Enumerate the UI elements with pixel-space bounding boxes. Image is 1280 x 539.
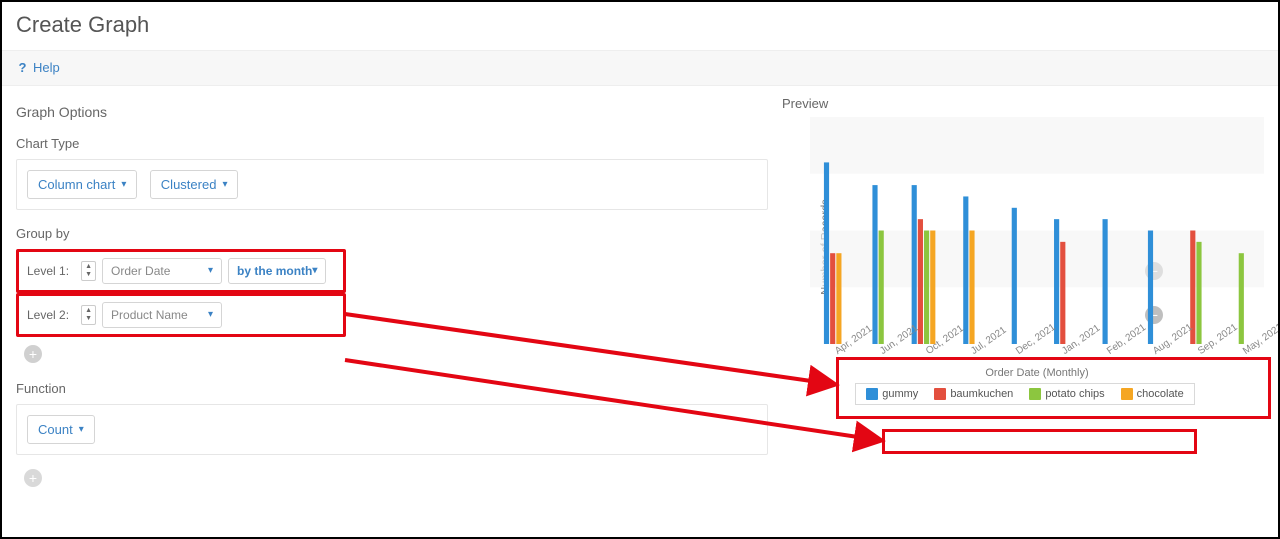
help-link[interactable]: ?Help [16, 60, 60, 75]
legend-item: chocolate [1121, 388, 1184, 400]
chart-type-select[interactable]: Column chart▾ [27, 170, 137, 199]
level1-label: Level 1: [27, 264, 69, 278]
chevron-down-icon: ▾ [222, 180, 227, 190]
help-icon: ? [16, 60, 29, 75]
chart-mode-select[interactable]: Clustered▾ [150, 170, 239, 199]
level1-field-select[interactable]: Order Date▾ [102, 258, 222, 284]
chevron-down-icon: ▾ [208, 266, 213, 276]
level1-granularity-select[interactable]: by the month▾ [228, 258, 326, 284]
group-by-label: Group by [16, 226, 768, 241]
function-select[interactable]: Count▾ [27, 415, 95, 444]
legend-item: potato chips [1029, 388, 1104, 400]
function-panel: Count▾ [16, 404, 768, 455]
preview-label: Preview [782, 96, 1268, 111]
x-axis-title: Order Date (Monthly) [810, 367, 1264, 379]
chart-type-panel: Column chart▾ Clustered▾ [16, 159, 768, 210]
help-bar: ?Help [2, 50, 1278, 86]
legend-item: gummy [866, 388, 918, 400]
level1-stepper[interactable]: ▲▼ [81, 261, 96, 281]
chevron-down-icon: ▾ [79, 425, 84, 435]
group-level-2-row: Level 2: ▲▼ Product Name▾ [16, 293, 346, 337]
chevron-down-icon: ▾ [121, 180, 126, 190]
chevron-down-icon: ▾ [208, 310, 213, 320]
chevron-down-icon: ▾ [312, 266, 317, 276]
level2-field-select[interactable]: Product Name▾ [102, 302, 222, 328]
add-group-level-button[interactable]: + [24, 345, 42, 363]
level2-stepper[interactable]: ▲▼ [81, 305, 96, 325]
chart-preview: Number of Records 5101520 Order Date (Mo… [782, 117, 1268, 377]
legend-item: baumkuchen [934, 388, 1013, 400]
chart-plot-area: 5101520 [810, 117, 1264, 344]
graph-options-heading: Graph Options [16, 104, 768, 120]
chart-type-label: Chart Type [16, 136, 768, 151]
page-title: Create Graph [2, 2, 1278, 50]
function-label: Function [16, 381, 768, 396]
chart-legend: gummy baumkuchen potato chips chocolate [855, 383, 1194, 405]
level2-label: Level 2: [27, 308, 69, 322]
group-level-1-row: Level 1: ▲▼ Order Date▾ by the month▾ [16, 249, 346, 293]
add-function-button[interactable]: + [24, 469, 42, 487]
x-axis-labels: Order Date (Monthly) Apr, 2021Jun, 2021O… [810, 339, 1264, 377]
